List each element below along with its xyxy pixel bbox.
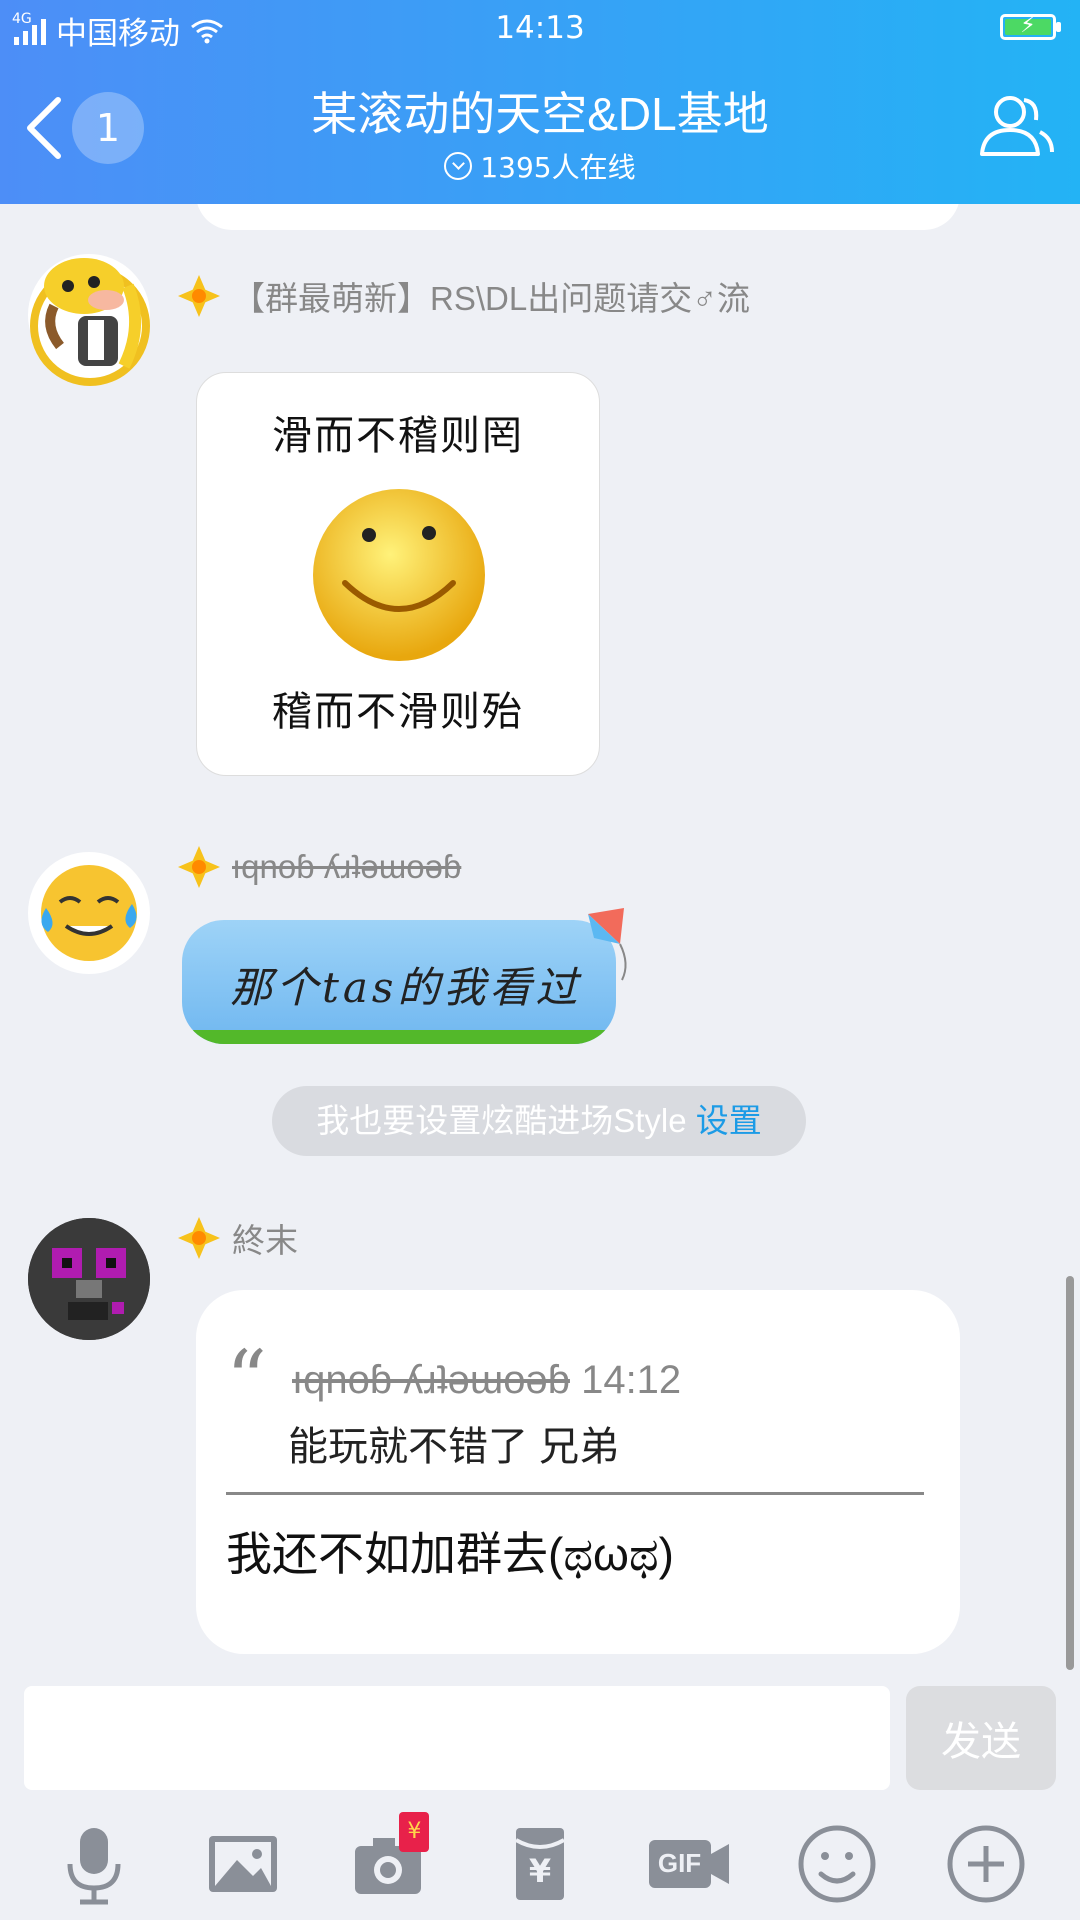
status-bar: 4G 中国移动 14:13 ⚡ [0,0,1080,56]
message-input[interactable] [24,1686,890,1790]
chat-message-list[interactable]: 【群最萌新】RS\DL出问题请交♂流 滑而不稽则罔 稽而不滑则殆 ıqnoɓ ʎ… [0,204,1080,1674]
message-header: ıqnoɓ ʎɹʇǝɯoǝɓ [176,844,461,890]
message-text: 那个tas的我看过 [230,963,582,1012]
sender-nickname[interactable]: 終末 [232,1214,298,1262]
message-bubble[interactable]: 那个tas的我看过 [182,920,616,1044]
quoted-text: 能玩就不错了 兄弟 [288,1425,620,1469]
sticker-bottom-text: 稽而不滑则殆 [272,689,524,735]
quote-divider [226,1492,924,1495]
message-text: 我还不如加群去(ಥωಥ) [226,1528,674,1580]
message-header: 【群最萌新】RS\DL出问题请交♂流 [176,272,750,320]
avatar-crying-emoji[interactable] [28,852,150,974]
online-status: 1395人在线 [0,146,1080,186]
clock: 14:13 [495,10,585,46]
group-members-icon[interactable] [976,90,1056,162]
reply-message-bubble[interactable]: “ ıqnoɓ ʎɹʇǝɯoǝɓ 14:12 能玩就不错了 兄弟 我还不如加群去… [196,1290,960,1654]
bubble-grass-decoration [182,1030,616,1044]
quoted-time: 14:12 [581,1358,682,1402]
battery-icon: ⚡ [1000,13,1061,40]
sender-nickname[interactable]: 【群最萌新】RS\DL出问题请交♂流 [232,272,750,320]
money-symbol: ¥ [528,1852,552,1890]
redpacket-button[interactable]: ¥ [494,1818,586,1910]
online-count: 1395人在线 [480,151,636,184]
settings-link[interactable]: 设置 [696,1102,762,1139]
plus-icon[interactable] [940,1818,1032,1910]
message-header: 終末 [176,1214,298,1262]
sender-nickname[interactable]: ıqnoɓ ʎɹʇǝɯoǝɓ [232,848,461,886]
avatar-pixel[interactable] [28,1218,150,1340]
smiley-face-icon [313,489,485,661]
emoji-icon[interactable] [791,1818,883,1910]
sticker-image[interactable]: 滑而不稽则罔 稽而不滑则殆 [196,372,600,776]
system-notice: 我也要设置炫酷进场Style 设置 [272,1086,806,1156]
level-diamond-icon [178,275,220,317]
microphone-icon[interactable] [48,1818,140,1910]
level-diamond-icon [178,1217,220,1259]
input-toolbar: ¥ ¥ GIF [0,1808,1080,1920]
kite-icon [588,908,627,981]
online-check-icon [444,152,473,180]
giraffe-avatar-icon [30,258,150,386]
chat-header: 4G 中国移动 14:13 ⚡ 1 某滚动的天空&DL基地 1395人在线 [0,0,1080,204]
badge-symbol: ¥ [407,1819,422,1844]
pixel-avatar-icon [28,1218,150,1340]
redpacket-badge: ¥ [399,1812,430,1852]
group-title: 某滚动的天空&DL基地 [311,88,769,140]
quoted-author-line[interactable]: ıqnoɓ ʎɹʇǝɯoǝɓ 14:12 [292,1358,681,1403]
level-diamond-icon [178,846,220,888]
avatar-giraffe[interactable] [28,254,150,386]
sticker-top-text: 滑而不稽则罔 [272,413,524,459]
input-area: 发送 ¥ ¥ GIF [0,1674,1080,1920]
laughing-tears-icon [41,865,137,961]
image-icon[interactable] [197,1818,289,1910]
previous-message-bubble [196,204,960,230]
send-button[interactable]: 发送 [906,1686,1056,1790]
gif-button[interactable]: GIF [643,1818,735,1910]
quoted-author: ıqnoɓ ʎɹʇǝɯoǝɓ [292,1358,570,1402]
gif-label: GIF [657,1848,702,1878]
camera-redpacket-button[interactable]: ¥ [345,1812,437,1910]
system-notice-text: 我也要设置炫酷进场Style [316,1102,687,1139]
scrollbar[interactable] [1066,1276,1074,1670]
quote-mark-icon: “ [226,1333,267,1426]
